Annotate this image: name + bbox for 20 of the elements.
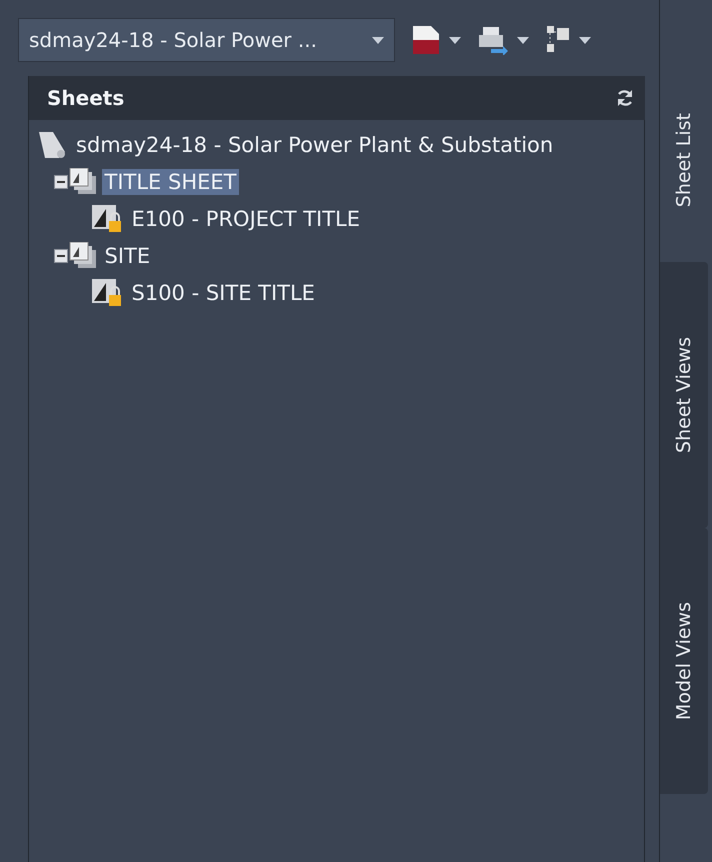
panel-title: Sheets: [47, 86, 124, 110]
caret-icon[interactable]: [372, 36, 384, 44]
tree-item[interactable]: SITE: [102, 242, 154, 268]
sheet-stack-icon: [68, 242, 98, 270]
dwf-file-icon[interactable]: [411, 24, 441, 56]
collapse-icon[interactable]: [54, 174, 68, 188]
refresh-icon[interactable]: [615, 88, 635, 108]
side-tab[interactable]: Sheet Views: [660, 262, 708, 528]
printer-icon[interactable]: [477, 25, 509, 55]
collapse-icon[interactable]: [54, 248, 68, 262]
tree-item[interactable]: E100 - PROJECT TITLE: [128, 206, 364, 232]
tree-item[interactable]: TITLE SHEET: [102, 168, 240, 194]
caret-icon[interactable]: [579, 36, 591, 44]
tree-item[interactable]: S100 - SITE TITLE: [128, 280, 318, 306]
caret-icon[interactable]: [517, 36, 529, 44]
caret-icon[interactable]: [449, 36, 461, 44]
side-tab[interactable]: Model Views: [660, 528, 708, 794]
sheet-set-dropdown[interactable]: sdmay24-18 - Solar Power ...: [18, 18, 395, 62]
sheet-stack-icon: [68, 168, 98, 196]
tree-item[interactable]: sdmay24-18 - Solar Power Plant & Substation: [73, 132, 556, 158]
